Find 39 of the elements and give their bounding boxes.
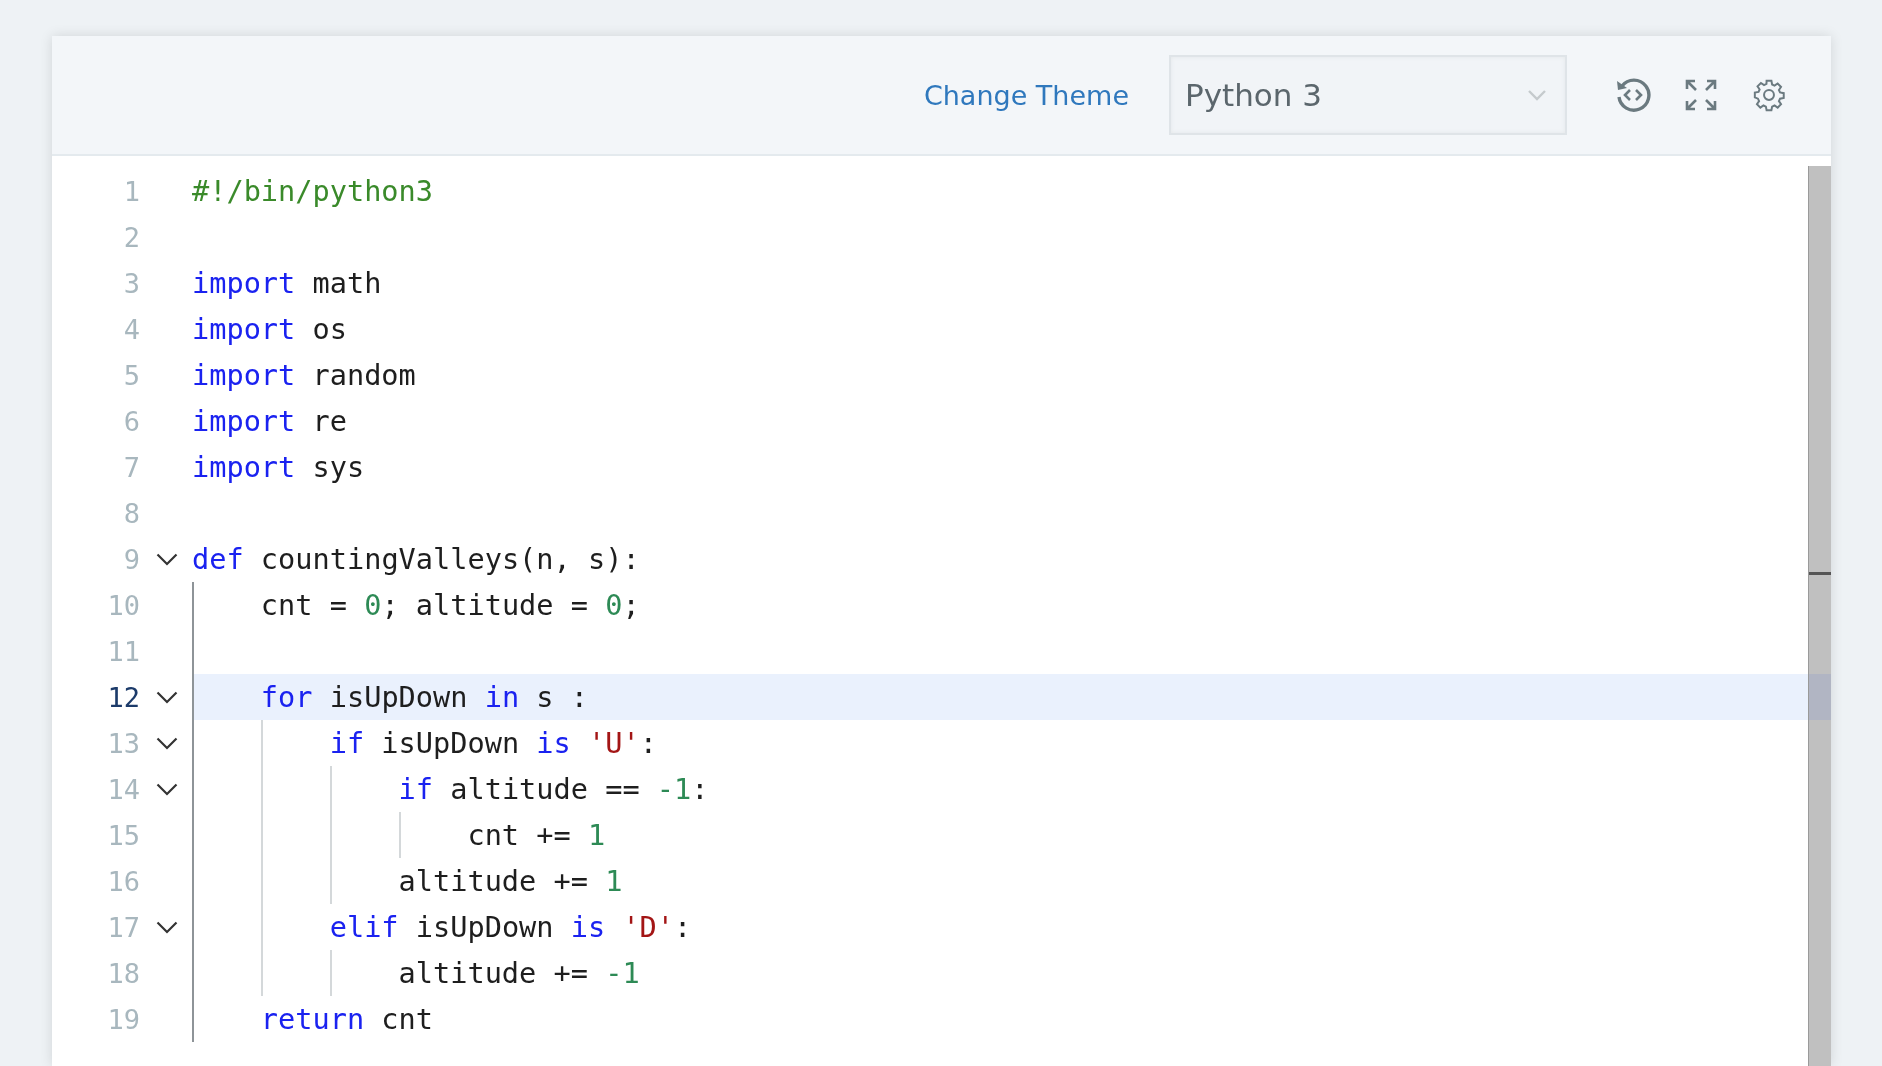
line-number: 14 xyxy=(106,773,140,805)
code-line: def countingValleys(n, s): xyxy=(192,541,641,578)
line-number: 10 xyxy=(106,589,140,621)
line-number: 7 xyxy=(122,451,140,483)
chevron-down-icon[interactable] xyxy=(156,920,178,934)
code-line: import re xyxy=(192,403,348,440)
language-dropdown[interactable]: Python 3 xyxy=(1169,55,1567,135)
chevron-down-icon[interactable] xyxy=(156,690,178,704)
line-number: 2 xyxy=(122,221,140,253)
history-code-icon xyxy=(1614,76,1652,114)
line-number: 13 xyxy=(106,727,140,759)
settings-icon xyxy=(1752,78,1786,112)
line-number: 3 xyxy=(122,267,140,299)
line-number: 18 xyxy=(106,957,140,989)
line-number: 8 xyxy=(122,497,140,529)
chevron-down-icon[interactable] xyxy=(156,782,178,796)
scrollbar[interactable] xyxy=(1808,166,1831,1066)
line-number: 19 xyxy=(106,1003,140,1035)
chevron-down-icon[interactable] xyxy=(156,552,178,566)
line-number: 15 xyxy=(106,819,140,851)
dropdown-value: Python 3 xyxy=(1185,77,1323,113)
code-line: import math xyxy=(192,265,383,302)
line-number: 17 xyxy=(106,911,140,943)
code-line: import sys xyxy=(192,449,366,486)
expand-arrows-icon xyxy=(1685,79,1717,111)
line-number: 16 xyxy=(106,865,140,897)
line-number: 11 xyxy=(106,635,140,667)
code-line: import os xyxy=(192,311,348,348)
change-theme-link[interactable]: Change Theme xyxy=(923,79,1129,111)
code-line: import random xyxy=(192,357,417,394)
line-number: 12 xyxy=(106,681,140,713)
chevron-down-icon[interactable] xyxy=(156,736,178,750)
line-number: 5 xyxy=(122,359,140,391)
chevron-down-icon xyxy=(1527,89,1547,101)
line-number: 1 xyxy=(122,175,140,207)
line-number: 6 xyxy=(122,405,140,437)
line-number: 9 xyxy=(122,543,140,575)
code-line: #!/bin/python3 xyxy=(192,173,434,210)
line-number: 4 xyxy=(122,313,140,345)
